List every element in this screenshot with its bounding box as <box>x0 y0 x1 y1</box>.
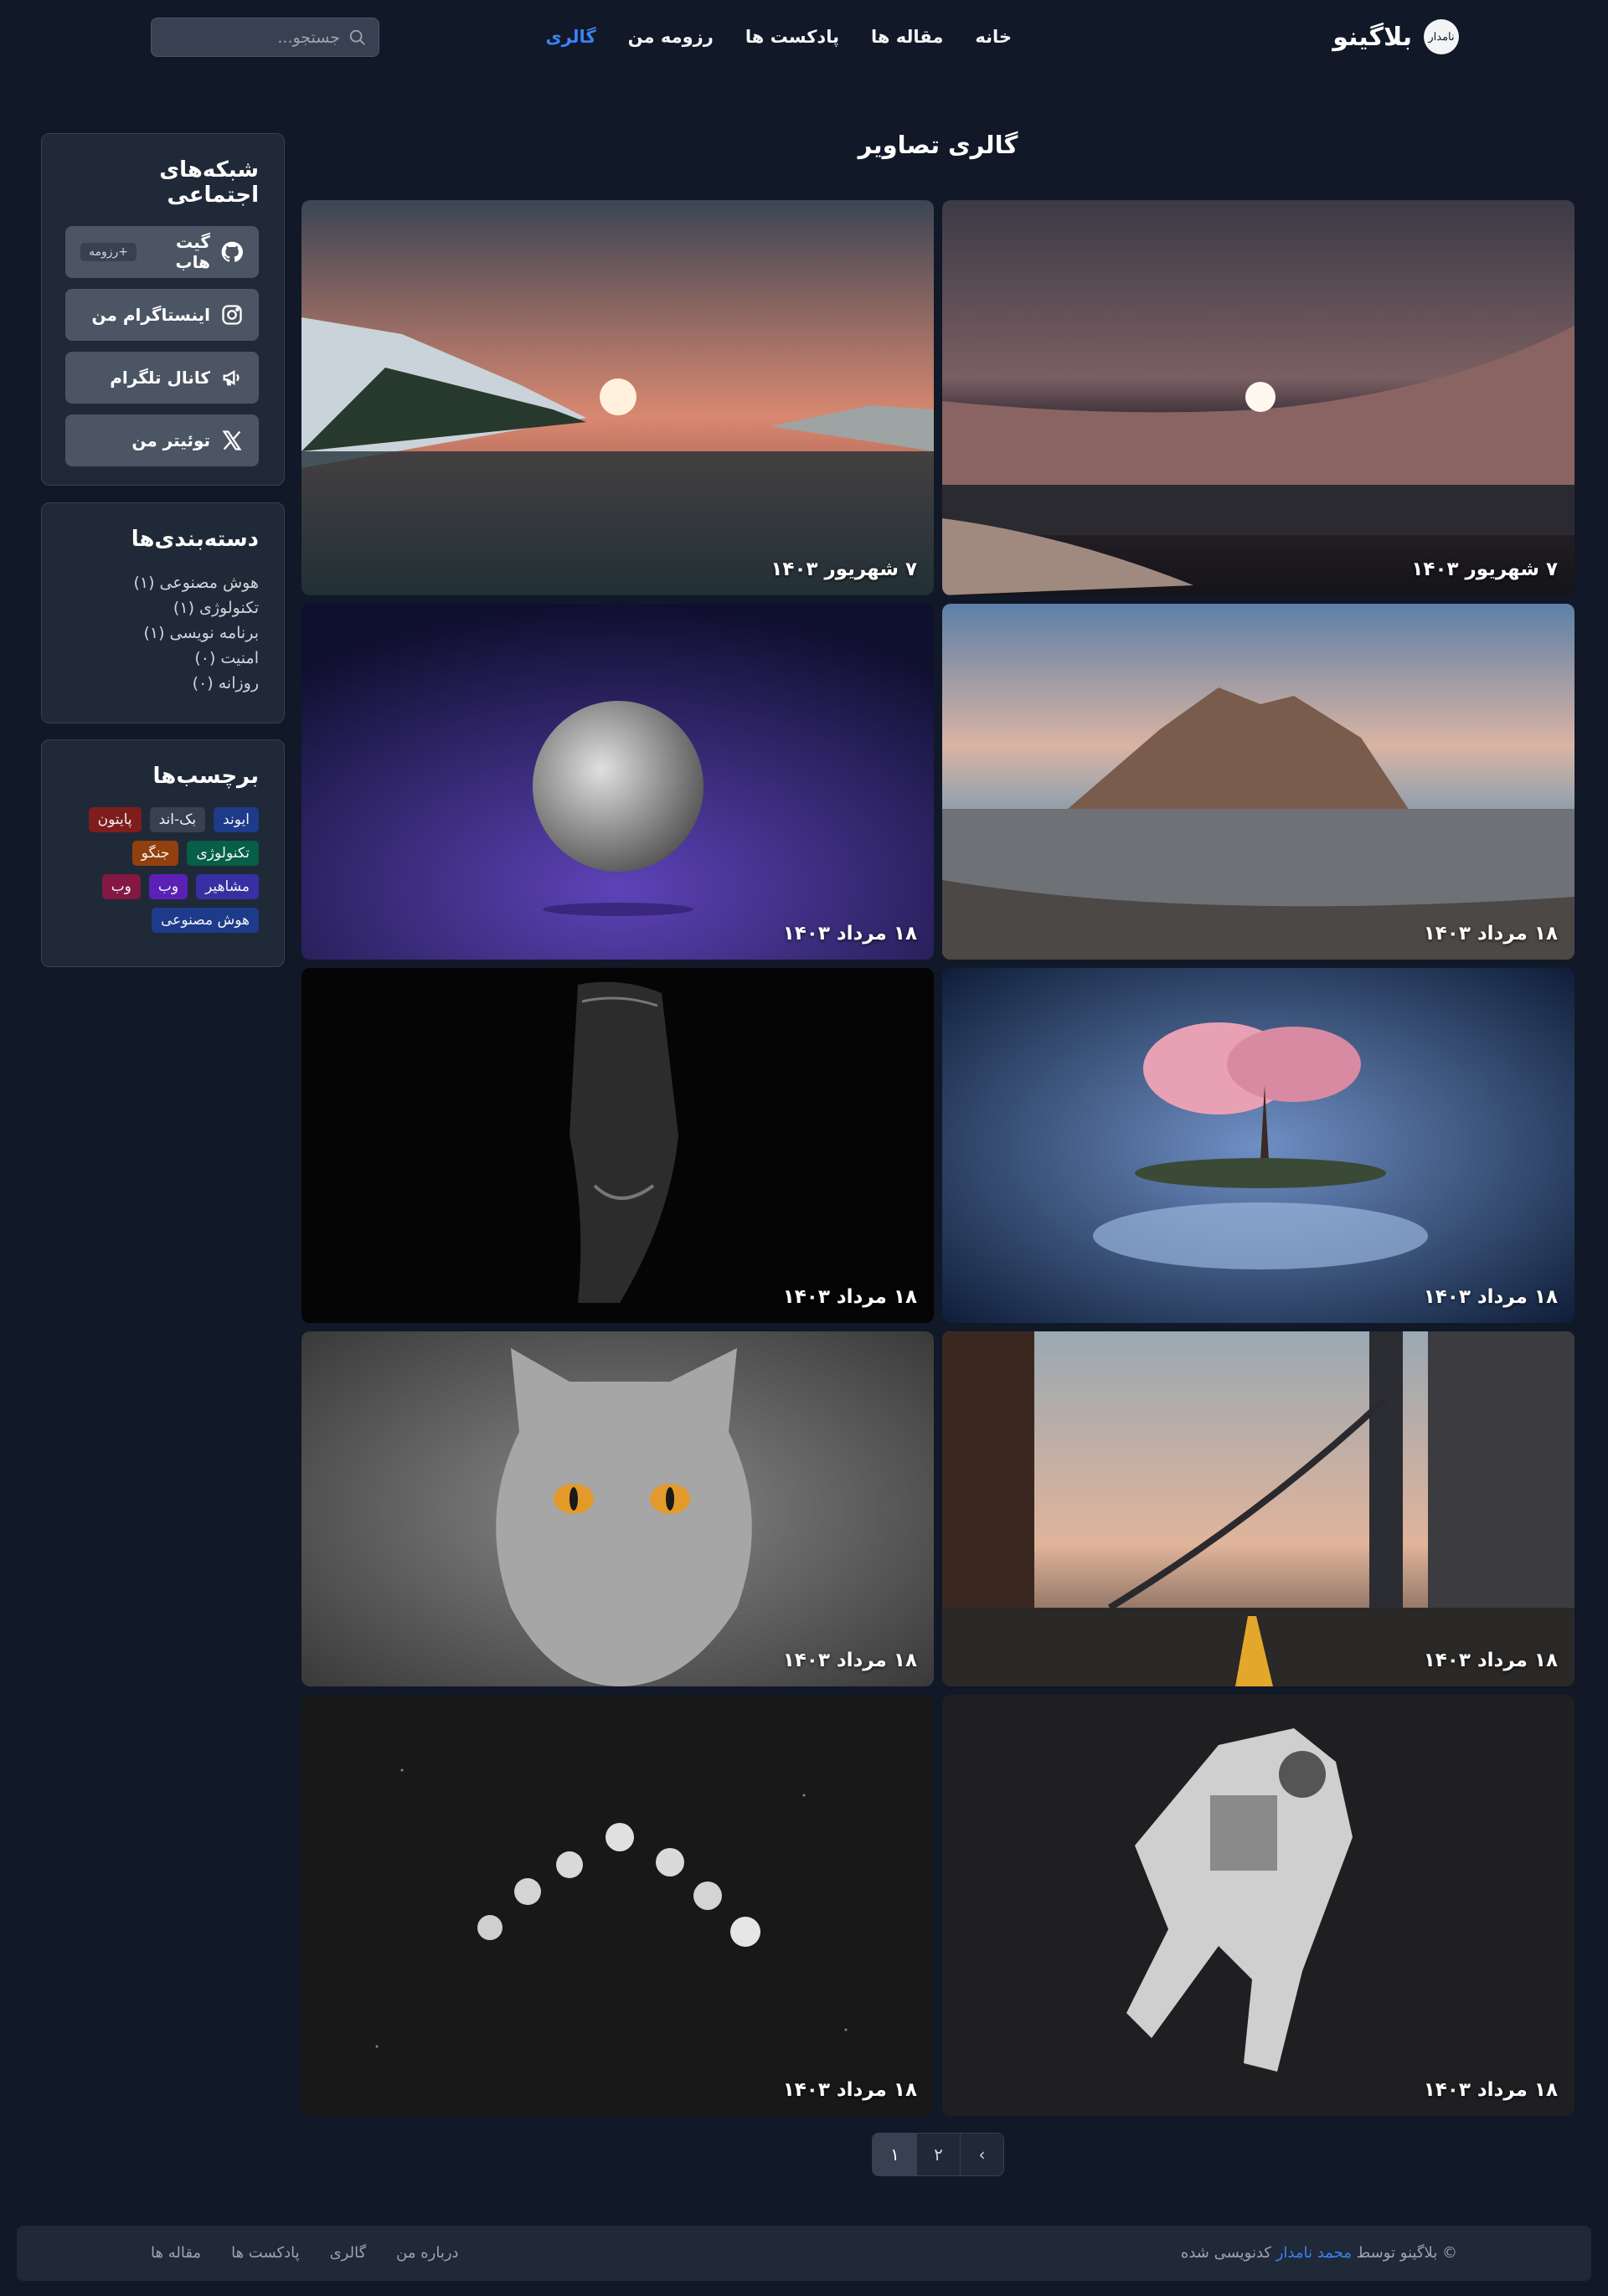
gallery-item-mountain-lake[interactable]: ۱۸ مرداد ۱۴۰۳ <box>942 604 1574 960</box>
moon-phases-image <box>302 1695 934 2116</box>
site-header: نامدار بلاگینو خانه مقاله ها پادکست ها ر… <box>0 0 1608 74</box>
gallery-item-moon[interactable]: ۱۸ مرداد ۱۴۰۳ <box>302 604 934 960</box>
tags-card: برچسب‌ها ایوند بک-اند پایتون تکنولوژی جن… <box>41 739 285 967</box>
footer-link-articles[interactable]: مقاله ها <box>151 2244 201 2262</box>
tag[interactable]: مشاهیر <box>196 874 259 899</box>
gallery-item-moon-phases[interactable]: ۱۸ مرداد ۱۴۰۳ <box>302 1695 934 2116</box>
category-item[interactable]: امنیت (۰) <box>67 646 259 671</box>
copyright-suffix: کدنویسی شده <box>1180 2244 1271 2262</box>
copyright: © بلاگینو توسط محمد نامدار کدنویسی شده <box>1181 2244 1457 2262</box>
category-item[interactable]: روزانه (۰) <box>67 671 259 696</box>
category-item[interactable]: برنامه نویسی (۱) <box>67 620 259 646</box>
chevron-right-icon: › <box>978 2144 986 2165</box>
categories-card: دسته‌بندی‌ها هوش مصنوعی (۱) تکنولوژی (۱)… <box>41 502 285 723</box>
telegram-label: کانال تلگرام <box>110 368 210 388</box>
gallery-item-astronaut[interactable]: ۱۸ مرداد ۱۴۰۳ <box>942 1695 1574 2116</box>
astronaut-image <box>942 1695 1574 2116</box>
footer-link-about[interactable]: درباره من <box>396 2244 458 2262</box>
instagram-button[interactable]: اینستاگرام من <box>65 289 259 341</box>
social-title: شبکه‌های اجتماعی <box>159 157 259 208</box>
github-button[interactable]: گیت هاب +رزومه <box>65 226 259 278</box>
github-icon <box>221 241 243 262</box>
footer-link-gallery[interactable]: گالری <box>330 2244 367 2262</box>
megaphone-icon <box>223 369 240 386</box>
gallery-item-grey-cat[interactable]: ۱۸ مرداد ۱۴۰۳ <box>302 1331 934 1686</box>
bridge-street-image <box>942 1331 1574 1686</box>
tag[interactable]: پایتون <box>88 807 142 832</box>
brand-name: بلاگینو <box>1332 22 1412 52</box>
gallery-item-lake-sunset[interactable]: ۷ شهریور ۱۴۰۳ <box>302 200 934 595</box>
instagram-icon <box>222 305 242 325</box>
site-footer: © بلاگینو توسط محمد نامدار کدنویسی شده م… <box>17 2226 1591 2281</box>
gallery-item-date: ۱۸ مرداد ۱۴۰۳ <box>1423 1650 1558 1671</box>
tag[interactable]: وب <box>148 874 188 899</box>
categories-title: دسته‌بندی‌ها <box>131 527 259 552</box>
desert-sunset-image <box>942 200 1574 595</box>
nav-articles[interactable]: مقاله ها <box>871 27 943 47</box>
anonymous-mask-image <box>302 968 934 1323</box>
tag[interactable]: ایوند <box>214 807 259 832</box>
gallery-item-date: ۱۸ مرداد ۱۴۰۳ <box>1423 1286 1558 1308</box>
gallery-item-date: ۱۸ مرداد ۱۴۰۳ <box>1423 2079 1558 2101</box>
twitter-button[interactable]: توئیتر من <box>65 414 259 466</box>
brand[interactable]: نامدار بلاگینو <box>1332 18 1459 55</box>
page-1-button[interactable]: ۱ <box>873 2134 916 2175</box>
github-label: گیت هاب <box>175 232 210 272</box>
gallery-item-date: ۱۸ مرداد ۱۴۰۳ <box>1423 923 1558 945</box>
tag-list: ایوند بک-اند پایتون تکنولوژی جنگو مشاهیر… <box>67 807 259 933</box>
grey-cat-image <box>302 1331 934 1686</box>
gallery-item-date: ۷ شهریور ۱۴۰۳ <box>1411 559 1558 580</box>
gallery-item-date: ۱۸ مرداد ۱۴۰۳ <box>782 2079 917 2101</box>
copyright-prefix: © بلاگینو توسط <box>1356 2244 1457 2262</box>
moon-image <box>302 604 934 960</box>
gallery-title: گالری تصاویر <box>858 131 1018 159</box>
author-link[interactable]: محمد نامدار <box>1276 2244 1352 2262</box>
main-nav: خانه مقاله ها پادکست ها رزومه من گالری <box>545 22 1012 52</box>
footer-links: مقاله ها پادکست ها گالری درباره من <box>151 2244 459 2262</box>
gallery-item-date: ۷ شهریور ۱۴۰۳ <box>770 559 917 580</box>
category-item[interactable]: تکنولوژی (۱) <box>67 595 259 620</box>
tag[interactable]: تکنولوژی <box>187 841 259 866</box>
nav-home[interactable]: خانه <box>975 27 1012 47</box>
gallery-item-date: ۱۸ مرداد ۱۴۰۳ <box>782 1650 917 1671</box>
telegram-button[interactable]: کانال تلگرام <box>65 352 259 404</box>
gallery-item-cherry-tree-island[interactable]: ۱۸ مرداد ۱۴۰۳ <box>942 968 1574 1323</box>
page-2-button[interactable]: ۲ <box>916 2134 960 2175</box>
search-box <box>137 18 379 57</box>
nav-gallery[interactable]: گالری <box>545 27 595 47</box>
search-icon[interactable] <box>348 28 367 47</box>
mountain-lake-image <box>942 604 1574 960</box>
gallery-item-date: ۱۸ مرداد ۱۴۰۳ <box>782 1286 917 1308</box>
tags-title: برچسب‌ها <box>152 764 259 789</box>
gallery-item-date: ۱۸ مرداد ۱۴۰۳ <box>782 923 917 945</box>
gallery-item-bridge-street[interactable]: ۱۸ مرداد ۱۴۰۳ <box>942 1331 1574 1686</box>
footer-link-podcasts[interactable]: پادکست ها <box>231 2244 300 2262</box>
tag[interactable]: جنگو <box>131 841 179 866</box>
tag[interactable]: هوش مصنوعی <box>152 908 259 933</box>
lake-sunset-image <box>302 200 934 595</box>
tag[interactable]: وب <box>101 874 141 899</box>
next-page-button[interactable]: › <box>960 2134 1003 2175</box>
tag[interactable]: بک-اند <box>149 807 206 832</box>
pagination: ۱ ۲ › <box>872 2133 1004 2176</box>
cherry-tree-image <box>942 968 1574 1323</box>
gallery-item-desert-sunset[interactable]: ۷ شهریور ۱۴۰۳ <box>942 200 1574 595</box>
x-icon <box>222 430 242 450</box>
twitter-label: توئیتر من <box>131 430 210 450</box>
brand-logo: نامدار <box>1424 19 1459 54</box>
nav-resume[interactable]: رزومه من <box>628 27 714 47</box>
search-input[interactable] <box>137 28 340 47</box>
social-networks-card: شبکه‌های اجتماعی گیت هاب +رزومه اینستاگر… <box>41 133 285 486</box>
category-item[interactable]: هوش مصنوعی (۱) <box>67 570 259 595</box>
resume-badge: +رزومه <box>80 243 137 261</box>
gallery-item-anonymous-mask[interactable]: ۱۸ مرداد ۱۴۰۳ <box>302 968 934 1323</box>
brand-logo-text: نامدار <box>1428 30 1455 44</box>
nav-podcasts[interactable]: پادکست ها <box>745 27 839 47</box>
instagram-label: اینستاگرام من <box>91 305 210 325</box>
